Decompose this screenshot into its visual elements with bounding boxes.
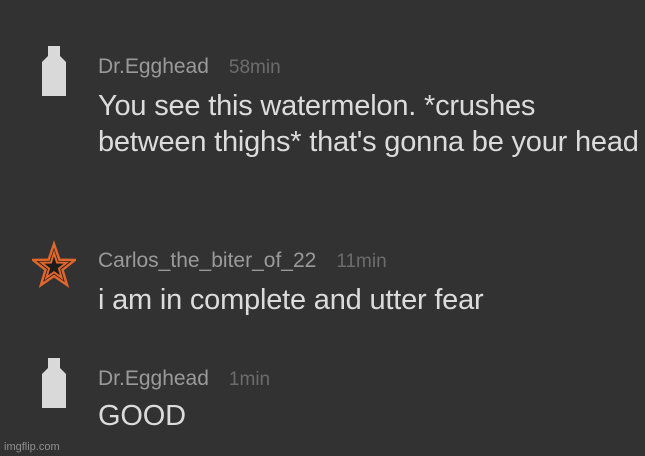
comment-header: Dr.Egghead 58min [98,55,281,81]
bottle-icon[interactable] [32,42,76,98]
comment-header: Dr.Egghead 1min [98,367,270,393]
author-name[interactable]: Carlos_the_biter_of_22 [98,249,316,273]
timestamp: 11min [336,251,387,272]
comment-text: GOOD [98,400,186,432]
comment-header: Carlos_the_biter_of_22 11min [98,249,387,275]
author-name[interactable]: Dr.Egghead [98,55,209,79]
timestamp: 58min [228,57,281,78]
watermark: imgflip.com [4,441,60,453]
comment-text: You see this watermelon. *crushes betwee… [98,90,639,158]
author-name[interactable]: Dr.Egghead [98,367,209,391]
bottle-icon[interactable] [32,354,76,410]
comment-text: i am in complete and utter fear [98,284,484,316]
star-icon[interactable] [32,240,76,296]
timestamp: 1min [228,369,271,390]
